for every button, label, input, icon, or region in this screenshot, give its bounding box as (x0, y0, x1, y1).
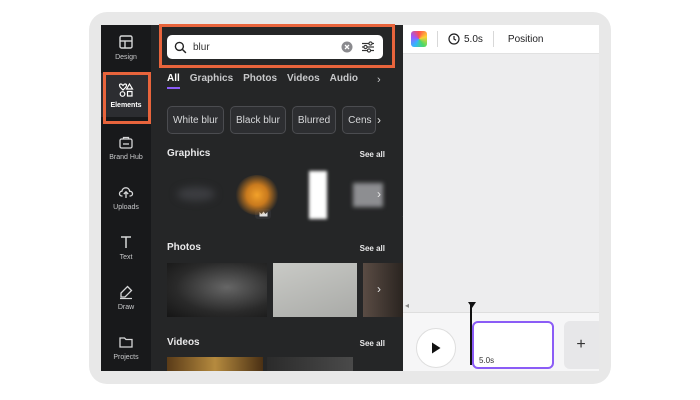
videos-see-all-link[interactable]: See all (360, 339, 385, 348)
duration-button[interactable]: 5.0s (448, 33, 483, 45)
tab-audio[interactable]: Audio (330, 73, 358, 89)
video-item[interactable] (267, 357, 353, 371)
graphics-next-icon[interactable]: › (377, 187, 381, 201)
graphics-see-all-link[interactable]: See all (360, 150, 385, 159)
rail-item-design[interactable]: Design (101, 25, 151, 69)
clip-duration-label: 5.0s (479, 356, 495, 365)
rail-label: Projects (113, 353, 139, 361)
chip-cens[interactable]: Cens (342, 106, 377, 134)
chips-next-icon[interactable]: › (377, 113, 381, 127)
rail-item-uploads[interactable]: Uploads (101, 175, 151, 219)
rail-item-text[interactable]: Text (101, 225, 151, 269)
video-item[interactable] (167, 357, 263, 371)
folder-icon (119, 336, 133, 348)
tab-photos[interactable]: Photos (243, 73, 277, 89)
elements-highlight-box (103, 72, 151, 124)
photo-item[interactable] (273, 263, 357, 317)
graphic-item[interactable] (177, 187, 215, 201)
rail-item-projects[interactable]: Projects (101, 325, 151, 369)
add-page-button[interactable]: + (564, 321, 599, 369)
text-icon (121, 235, 131, 248)
clock-icon (448, 33, 460, 45)
tab-videos[interactable]: Videos (287, 73, 320, 89)
suggestion-chips: White blur Black blur Blurred Cens (167, 106, 377, 134)
rail-label: Draw (117, 303, 135, 311)
brand-hub-icon (119, 136, 133, 149)
search-highlight-box (159, 24, 395, 68)
plus-icon: + (576, 336, 586, 353)
photos-next-icon[interactable]: › (377, 282, 381, 296)
color-picker-button[interactable] (411, 31, 427, 47)
editor-toolbar: 5.0s Position (403, 25, 599, 54)
chip-black-blur[interactable]: Black blur (230, 106, 286, 134)
category-tabs: All Graphics Photos Videos Audio (167, 73, 358, 89)
rail-item-brand-hub[interactable]: Brand Hub (101, 125, 151, 169)
tabs-next-icon[interactable]: › (377, 74, 381, 86)
toolbar-divider (437, 31, 438, 47)
graphic-item[interactable] (235, 175, 279, 215)
chip-blurred[interactable]: Blurred (291, 106, 337, 134)
rail-label: Text (119, 253, 133, 261)
cloud-upload-icon (118, 186, 134, 198)
tab-all[interactable]: All (167, 73, 180, 89)
position-button[interactable]: Position (508, 34, 544, 45)
graphics-heading: Graphics (167, 148, 211, 159)
editor-area: 5.0s Position ◂ 5.0s + (403, 25, 599, 371)
toolbar-divider (492, 31, 494, 47)
play-button[interactable] (416, 328, 456, 368)
photos-see-all-link[interactable]: See all (360, 244, 385, 253)
timeline: 5.0s + (403, 302, 599, 371)
layout-icon (119, 34, 133, 49)
graphic-item[interactable] (309, 171, 327, 219)
photo-item[interactable] (363, 263, 403, 317)
draw-icon (120, 285, 133, 299)
videos-heading: Videos (167, 337, 200, 348)
duration-label: 5.0s (464, 33, 483, 45)
scroll-left-icon[interactable]: ◂ (405, 301, 409, 310)
play-icon (432, 342, 441, 354)
rail-label: Design (115, 53, 137, 61)
rail-label: Uploads (113, 203, 139, 211)
timeline-clip[interactable]: 5.0s (472, 321, 554, 369)
tab-graphics[interactable]: Graphics (190, 73, 233, 89)
chip-white-blur[interactable]: White blur (167, 106, 225, 134)
elements-panel: blur All Graphics Photos Videos Audio › … (151, 25, 403, 371)
rail-label: Brand Hub (109, 153, 143, 161)
rail-item-draw[interactable]: Draw (101, 275, 151, 319)
photos-heading: Photos (167, 242, 201, 253)
app-screen: Design Elements Brand Hub Uploads Text D… (101, 25, 599, 371)
photo-item[interactable] (167, 263, 267, 317)
